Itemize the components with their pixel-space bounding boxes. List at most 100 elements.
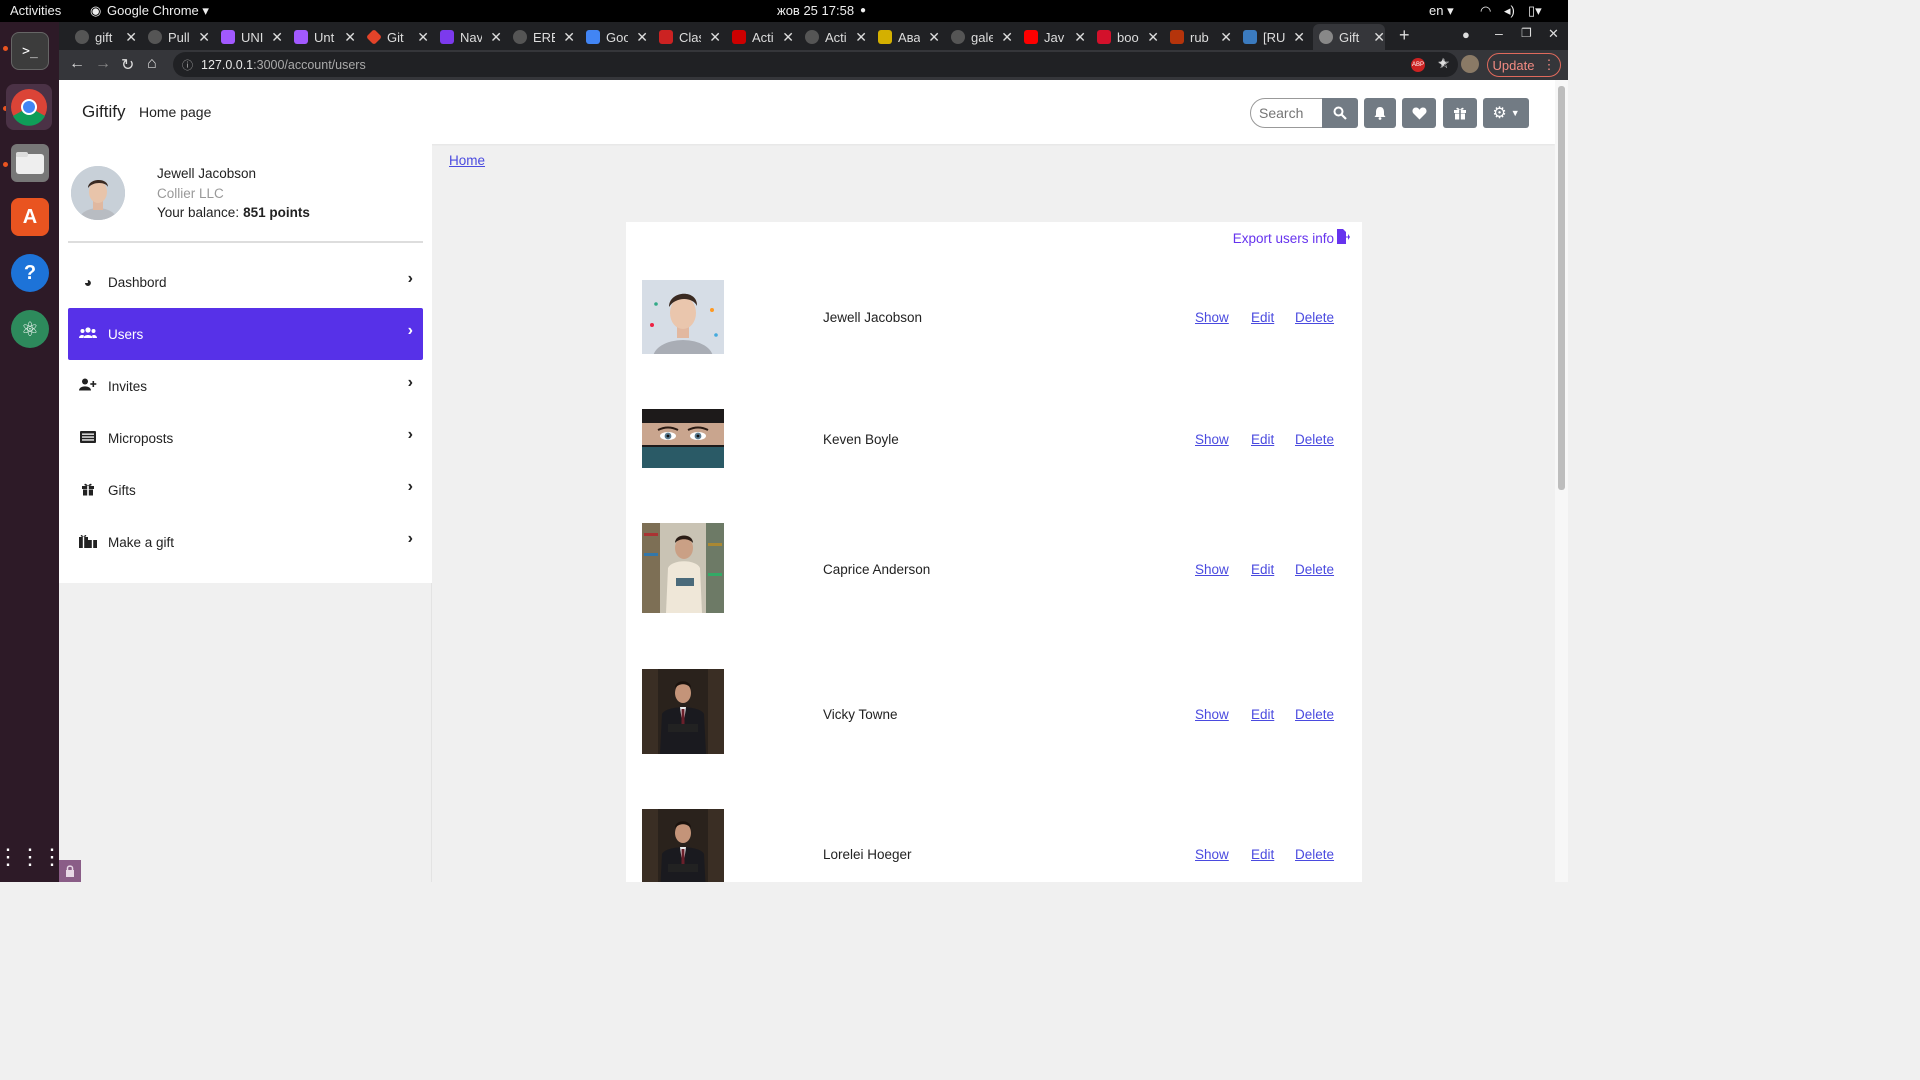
favorites-button[interactable]	[1402, 98, 1436, 128]
page-scrollbar[interactable]	[1555, 80, 1568, 882]
software-center-icon[interactable]: A	[11, 198, 49, 236]
sidebar-item-microposts[interactable]: Microposts ›	[68, 412, 423, 464]
address-bar[interactable]: ⓘ 127.0.0.1:3000/account/users ☆	[173, 52, 1458, 77]
tab[interactable]: Git ✕	[361, 24, 429, 50]
forward-icon[interactable]: →	[95, 55, 111, 73]
home-page-link[interactable]: Home page	[139, 104, 211, 120]
show-link[interactable]: Show	[1195, 432, 1229, 447]
avatar[interactable]	[71, 166, 125, 220]
sidebar-item-dashboard[interactable]: ◕ Dashbord ›	[68, 256, 423, 308]
tab[interactable]: UNI ✕	[215, 24, 283, 50]
adblock-icon[interactable]: ABP	[1411, 58, 1425, 72]
tab[interactable]: boo ✕	[1091, 24, 1159, 50]
scrollbar-thumb[interactable]	[1558, 86, 1565, 490]
tab[interactable]: rub ✕	[1164, 24, 1232, 50]
delete-link[interactable]: Delete	[1295, 847, 1334, 862]
back-icon[interactable]: ←	[69, 55, 85, 73]
sidebar-item-gifts[interactable]: Gifts ›	[68, 464, 423, 516]
delete-link[interactable]: Delete	[1295, 562, 1334, 577]
wifi-icon[interactable]: ◠	[1480, 3, 1491, 19]
tab[interactable]: Unt ✕	[288, 24, 356, 50]
new-tab-icon[interactable]: +	[1399, 25, 1410, 46]
tab[interactable]: Nav ✕	[434, 24, 502, 50]
search-button[interactable]	[1322, 98, 1358, 128]
activities-button[interactable]: Activities	[10, 3, 61, 18]
breadcrumb-home-link[interactable]: Home	[449, 153, 485, 168]
show-link[interactable]: Show	[1195, 310, 1229, 325]
update-button[interactable]: Update ⋮	[1487, 53, 1561, 77]
tab-active[interactable]: Gift ✕	[1313, 24, 1385, 50]
close-tab-icon[interactable]: ✕	[125, 29, 137, 46]
close-tab-icon[interactable]: ✕	[1001, 29, 1013, 46]
edit-link[interactable]: Edit	[1251, 847, 1274, 862]
volume-icon[interactable]: ◂)	[1504, 3, 1515, 19]
home-icon[interactable]: ⌂	[147, 55, 157, 73]
close-tab-icon[interactable]: ✕	[928, 29, 940, 46]
info-icon[interactable]: ⓘ	[182, 57, 193, 73]
edit-link[interactable]: Edit	[1251, 562, 1274, 577]
close-tab-icon[interactable]: ✕	[1293, 29, 1305, 46]
close-tab-icon[interactable]: ✕	[1220, 29, 1232, 46]
edit-link[interactable]: Edit	[1251, 707, 1274, 722]
gifts-button[interactable]	[1443, 98, 1477, 128]
delete-link[interactable]: Delete	[1295, 707, 1334, 722]
extensions-icon[interactable]: ✦	[1437, 55, 1449, 72]
close-tab-icon[interactable]: ✕	[1373, 29, 1385, 46]
tab[interactable]: gale ✕	[945, 24, 1013, 50]
tab[interactable]: Acti ✕	[799, 24, 867, 50]
battery-icon[interactable]: ▯▾	[1528, 3, 1542, 19]
search-input[interactable]	[1259, 105, 1319, 121]
close-tab-icon[interactable]: ✕	[563, 29, 575, 46]
tab[interactable]: Jav ✕	[1018, 24, 1086, 50]
close-tab-icon[interactable]: ✕	[417, 29, 429, 46]
settings-dropdown[interactable]: ⚙ ▼	[1483, 98, 1529, 128]
reload-icon[interactable]: ↻	[121, 55, 134, 75]
sidebar-item-invites[interactable]: Invites ›	[68, 360, 423, 412]
tab[interactable]: Clas✕	[653, 24, 721, 50]
brand[interactable]: Giftify	[82, 102, 125, 122]
tab[interactable]: Ава ✕	[872, 24, 940, 50]
delete-link[interactable]: Delete	[1295, 310, 1334, 325]
close-tab-icon[interactable]: ✕	[344, 29, 356, 46]
show-link[interactable]: Show	[1195, 707, 1229, 722]
show-link[interactable]: Show	[1195, 562, 1229, 577]
close-tab-icon[interactable]: ✕	[636, 29, 648, 46]
language-indicator[interactable]: en ▾	[1429, 3, 1454, 19]
edit-link[interactable]: Edit	[1251, 432, 1274, 447]
clock[interactable]: жов 25 17:58	[777, 3, 854, 18]
tab[interactable]: ERE✕	[507, 24, 575, 50]
notifications-button[interactable]	[1364, 98, 1396, 128]
terminal-icon[interactable]: >_	[11, 32, 49, 70]
chrome-dock-icon[interactable]	[6, 84, 52, 130]
sidebar-item-users[interactable]: Users ›	[68, 308, 423, 360]
minimize-icon[interactable]: –	[1495, 25, 1503, 41]
url-text[interactable]: 127.0.0.1:3000/account/users	[201, 58, 366, 72]
atom-icon[interactable]: ⚛	[11, 310, 49, 348]
profile-avatar-icon[interactable]	[1461, 55, 1479, 73]
apps-grid-icon[interactable]: ⋮⋮⋮	[0, 838, 63, 876]
close-tab-icon[interactable]: ✕	[782, 29, 794, 46]
tab[interactable]: gift ✕	[69, 24, 137, 50]
app-menu[interactable]: Google Chrome ▾	[107, 3, 209, 19]
tab[interactable]: [RU ✕	[1237, 24, 1305, 50]
tab-search-icon[interactable]: ●	[1462, 27, 1470, 42]
workspace-indicator[interactable]	[59, 860, 81, 882]
delete-link[interactable]: Delete	[1295, 432, 1334, 447]
window-close-icon[interactable]: ✕	[1548, 26, 1559, 42]
show-link[interactable]: Show	[1195, 847, 1229, 862]
close-tab-icon[interactable]: ✕	[490, 29, 502, 46]
edit-link[interactable]: Edit	[1251, 310, 1274, 325]
close-tab-icon[interactable]: ✕	[709, 29, 721, 46]
files-icon[interactable]	[11, 144, 49, 182]
tab[interactable]: Acti ✕	[726, 24, 794, 50]
tab[interactable]: Pull ✕	[142, 24, 210, 50]
close-tab-icon[interactable]: ✕	[271, 29, 283, 46]
tab[interactable]: Goo ✕	[580, 24, 648, 50]
close-tab-icon[interactable]: ✕	[1074, 29, 1086, 46]
sidebar-item-make-a-gift[interactable]: Make a gift ›	[68, 516, 423, 568]
close-tab-icon[interactable]: ✕	[1147, 29, 1159, 46]
restore-icon[interactable]: ❐	[1521, 26, 1532, 40]
help-icon[interactable]: ?	[11, 254, 49, 292]
export-users-link[interactable]: Export users info	[1233, 229, 1350, 247]
close-tab-icon[interactable]: ✕	[198, 29, 210, 46]
